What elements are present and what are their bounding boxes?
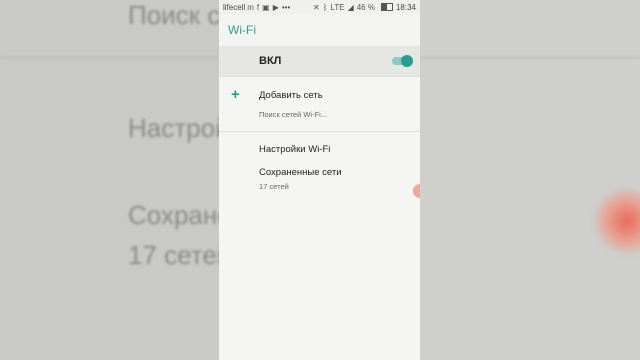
touch-indicator <box>413 184 420 198</box>
bg-count-text: 17 сетей <box>128 240 219 270</box>
more-notifications-icon: ••• <box>281 2 291 12</box>
bg-search-text: Поиск с <box>128 0 219 30</box>
image-icon: ▣ <box>262 2 270 12</box>
wifi-toggle-row[interactable]: ВКЛ <box>219 46 420 77</box>
divider <box>219 131 420 132</box>
m-icon: m <box>247 2 254 12</box>
saved-networks-item[interactable]: Сохраненные сети 17 сетей <box>219 167 420 191</box>
clock: 18:34 <box>395 2 416 12</box>
add-network-label: Добавить сеть <box>259 89 323 101</box>
wifi-toggle-switch[interactable] <box>392 55 413 67</box>
battery-percent: 46 % <box>356 2 375 12</box>
saved-networks-label: Сохраненные сети <box>259 167 342 178</box>
network-type: LTE <box>330 2 345 12</box>
plus-icon: + <box>231 86 240 103</box>
add-network-button[interactable]: + Добавить сеть <box>219 82 420 108</box>
background-right <box>420 0 640 360</box>
video-icon: ▶ <box>272 2 279 12</box>
mute-icon: ✕ <box>312 2 320 12</box>
switch-knob <box>401 55 413 67</box>
wifi-toggle-label: ВКЛ <box>259 55 282 67</box>
scanning-status: Поиск сетей Wi-Fi... <box>259 110 328 119</box>
signal-icon: ◢ <box>347 2 354 12</box>
phone-screen: lifecell m f ▣ ▶ ••• ✕ ᛒ LTE ◢ 46 % 18:3… <box>219 0 420 360</box>
bg-divider <box>420 57 640 58</box>
bg-divider <box>0 57 219 58</box>
background-left: Поиск с Настрой Сохранен 17 сетей <box>0 0 219 360</box>
status-bar: lifecell m f ▣ ▶ ••• ✕ ᛒ LTE ◢ 46 % 18:3… <box>219 0 420 14</box>
wifi-settings-label: Настройки Wi-Fi <box>259 143 331 155</box>
wifi-settings-item[interactable]: Настройки Wi-Fi <box>219 139 420 159</box>
bg-saved-text: Сохранен <box>128 200 219 230</box>
carrier-label: lifecell <box>223 2 246 12</box>
facebook-icon: f <box>256 2 260 12</box>
page-title: Wi-Fi <box>219 14 420 46</box>
wifi-menu-list: + Добавить сеть Поиск сетей Wi-Fi... Нас… <box>219 82 420 191</box>
bluetooth-icon: ᛒ <box>322 2 328 12</box>
saved-networks-count: 17 сетей <box>259 182 289 191</box>
battery-icon <box>380 3 393 11</box>
bg-touch-indicator <box>592 186 640 256</box>
bg-settings-text: Настрой <box>128 113 219 143</box>
